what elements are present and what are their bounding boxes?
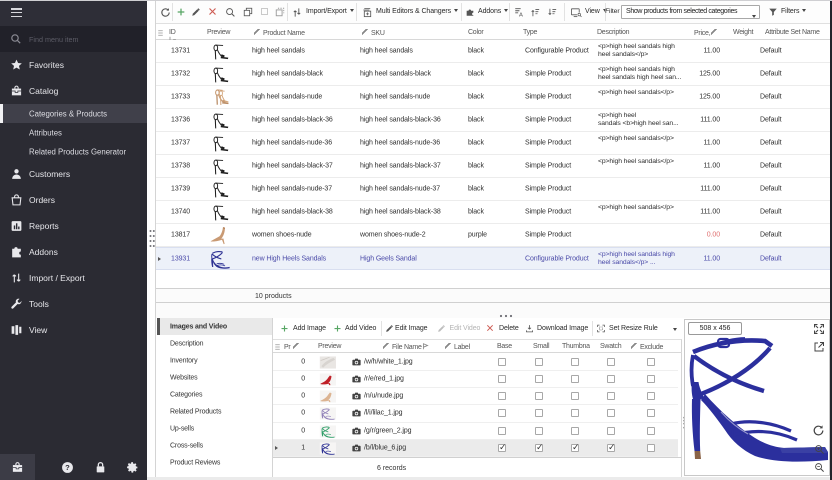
svg-text:A: A <box>519 13 523 17</box>
svg-text:?: ? <box>65 463 70 472</box>
